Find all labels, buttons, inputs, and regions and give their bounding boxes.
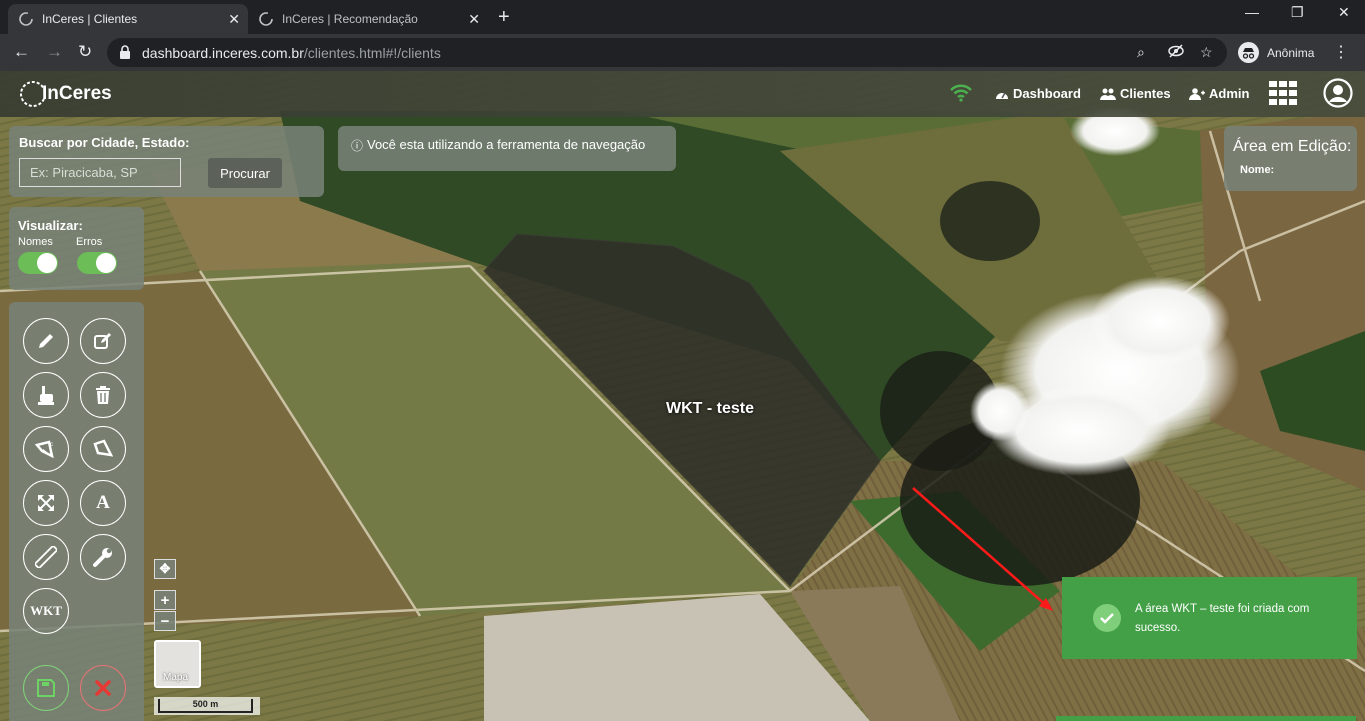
users-icon [1100, 88, 1116, 100]
search-button[interactable]: Procurar [208, 158, 282, 188]
trash-icon[interactable] [80, 372, 126, 418]
nav-clients[interactable]: Clientes [1100, 86, 1171, 101]
scale-label: 500 m [158, 699, 253, 713]
back-icon[interactable]: ← [13, 42, 30, 62]
map-scale: 500 m [154, 697, 260, 715]
tab-title: InCeres | Recomendação [282, 12, 418, 26]
url-text: dashboard.inceres.com.br/clientes.html#!… [142, 45, 441, 61]
names-toggle[interactable] [18, 252, 58, 274]
visualize-title: Visualizar: [18, 218, 83, 233]
grid-apps-icon[interactable] [1269, 81, 1297, 105]
area-edit-title: Área em Edição: [1233, 138, 1352, 155]
ruler-icon[interactable] [23, 534, 69, 580]
minimize-icon[interactable]: — [1245, 4, 1259, 20]
nav-dashboard-label: Dashboard [1013, 86, 1081, 101]
inceres-logo[interactable]: InCeres [18, 79, 112, 109]
gauge-icon [996, 92, 1008, 99]
text-icon[interactable]: A [80, 480, 126, 526]
close-window-icon[interactable]: ✕ [1338, 4, 1350, 21]
star-icon[interactable]: ☆ [1200, 44, 1213, 61]
tab-title: InCeres | Clientes [42, 12, 138, 26]
logo-text: InCeres [42, 83, 112, 104]
pan-icon[interactable]: ✥ [154, 559, 176, 579]
pencil-icon[interactable] [23, 318, 69, 364]
search-input[interactable] [19, 158, 181, 187]
reload-icon[interactable]: ↻ [78, 42, 92, 62]
help-icon: ⓘ [351, 139, 364, 153]
eye-off-icon[interactable] [1168, 44, 1184, 61]
restore-icon[interactable]: ❐ [1291, 4, 1304, 21]
zoom-icon[interactable]: ⌕ [1137, 44, 1145, 61]
errors-toggle-label: Erros [76, 236, 103, 248]
info-banner-text: Você esta utilizando a ferramenta de nav… [367, 137, 646, 152]
errors-toggle[interactable] [77, 252, 117, 274]
polygon-cut-icon[interactable]: c [23, 426, 69, 472]
hand-pointer-icon[interactable] [23, 372, 69, 418]
plus-icon[interactable]: + [498, 6, 510, 29]
zoom-in-button[interactable]: + [154, 590, 176, 610]
app-area: InCeres Dashboard Clientes Admin Buscar … [0, 71, 1365, 721]
search-label: Buscar por Cidade, Estado: [19, 135, 190, 150]
inceres-favicon-icon [19, 12, 33, 26]
visualize-panel: Visualizar: Nomes Erros [9, 207, 144, 290]
expand-icon[interactable] [23, 480, 69, 526]
address-bar[interactable]: dashboard.inceres.com.br/clientes.html#!… [107, 38, 1227, 67]
toast-message: A área WKT – teste foi criada com sucess… [1135, 603, 1310, 634]
area-edit-name-label: Nome: [1240, 164, 1275, 176]
nav-dashboard[interactable]: Dashboard [995, 86, 1081, 101]
nav-admin-label: Admin [1209, 86, 1250, 101]
browser-tabbar: InCeres | Clientes ✕ InCeres | Recomenda… [0, 0, 1365, 34]
tab-clientes[interactable]: InCeres | Clientes ✕ [8, 4, 248, 34]
wifi-icon [950, 84, 972, 102]
user-circle-icon[interactable] [1323, 78, 1353, 108]
polygon-icon[interactable] [80, 426, 126, 472]
success-toast[interactable]: A área WKT – teste foi criada com sucess… [1062, 577, 1357, 659]
map-type-label: Mapa [163, 672, 189, 683]
zoom-out-button[interactable]: − [154, 611, 176, 631]
incognito-profile-button[interactable]: Anônima [1234, 38, 1326, 67]
close-icon[interactable]: ✕ [468, 11, 480, 28]
browser-toolbar: ← → ↻ dashboard.inceres.com.br/clientes.… [0, 34, 1365, 71]
app-header: InCeres Dashboard Clientes Admin [0, 71, 1365, 117]
kebab-menu-icon[interactable]: ⋮ [1333, 42, 1349, 62]
map-type-toggle[interactable]: Mapa [154, 640, 201, 688]
check-circle-icon [1093, 604, 1121, 632]
wkt-icon[interactable]: WKT [23, 588, 69, 634]
save-icon[interactable] [23, 665, 69, 711]
edit-icon[interactable] [80, 318, 126, 364]
search-panel: Buscar por Cidade, Estado: Procurar [9, 126, 324, 197]
user-plus-icon [1189, 87, 1205, 100]
wrench-icon[interactable] [80, 534, 126, 580]
profile-label: Anônima [1267, 45, 1315, 60]
second-toast-edge [1056, 716, 1356, 721]
inceres-favicon-icon [259, 12, 273, 26]
close-icon[interactable]: ✕ [228, 11, 240, 28]
nav-clients-label: Clientes [1120, 86, 1171, 101]
incognito-icon [1238, 42, 1259, 63]
cancel-icon[interactable] [80, 665, 126, 711]
svg-text:c: c [50, 442, 53, 448]
tab-recomendacao[interactable]: InCeres | Recomendação ✕ [248, 4, 488, 34]
area-edit-panel: Área em Edição: Nome: [1224, 126, 1357, 191]
info-banner: ⓘ Você esta utilizando a ferramenta de n… [338, 126, 676, 171]
forward-icon[interactable]: → [46, 42, 63, 62]
tools-panel: c A WKT [9, 302, 144, 721]
nav-admin[interactable]: Admin [1189, 86, 1249, 101]
lock-icon [120, 45, 130, 59]
names-toggle-label: Nomes [18, 236, 53, 248]
polygon-label: WKT - teste [666, 400, 754, 417]
